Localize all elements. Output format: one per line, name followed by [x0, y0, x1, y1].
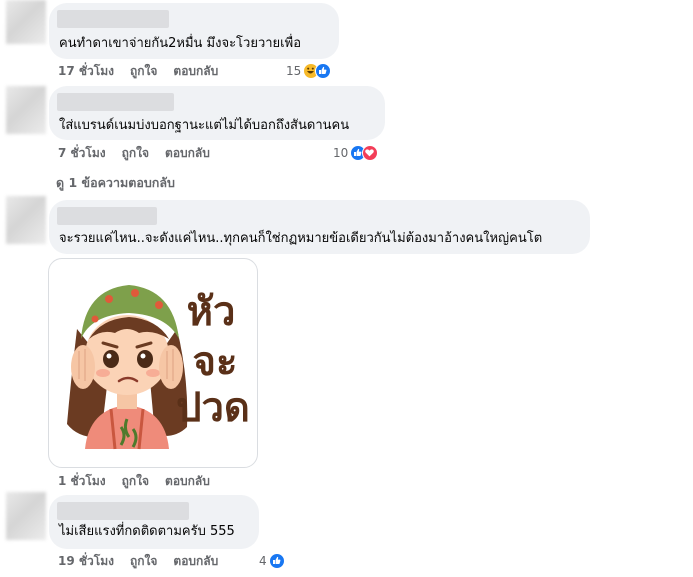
comment-bubble: ใส่แบรนด์เนมบ่งบอกฐานะแต่ไม่ได้บอกถึงสัน… — [49, 86, 385, 140]
like-action[interactable]: ถูกใจ — [122, 146, 149, 160]
comment-actions: 7 ชั่วโมง ถูกใจ ตอบกลับ — [58, 145, 226, 161]
commenter-avatar[interactable] — [6, 0, 46, 44]
sticker-caption-line-2: จะ — [193, 339, 238, 385]
reply-action[interactable]: ตอบกลับ — [165, 474, 210, 488]
commenter-avatar[interactable] — [6, 492, 46, 540]
reply-action[interactable]: ตอบกลับ — [165, 146, 210, 160]
comment-bubble: คนทำดาเขาจ่ายกัน2หมื่น มึงจะโวยวายเพื่อ — [49, 3, 339, 59]
reaction-count: 4 — [259, 554, 267, 568]
reaction-count: 15 — [286, 64, 302, 78]
reaction-summary[interactable]: 15 — [286, 62, 332, 80]
like-icon — [268, 553, 285, 569]
comment-bubble: ไม่เสียแรงที่กดติดตามครับ 555 — [49, 495, 259, 549]
sticker-image[interactable]: หัว จะ ปวด — [48, 258, 258, 468]
like-icon — [315, 63, 332, 79]
comment-actions: 19 ชั่วโมง ถูกใจ ตอบกลับ — [58, 553, 234, 569]
comment-bubble: จะรวยแค่ไหน..จะดังแค่ไหน..ทุกคนก็ใช่กฏหม… — [49, 200, 590, 254]
commenter-name-redacted[interactable] — [57, 502, 189, 520]
like-action[interactable]: ถูกใจ — [130, 554, 157, 568]
commenter-avatar[interactable] — [6, 86, 46, 134]
comment-actions: 17 ชั่วโมง ถูกใจ ตอบกลับ — [58, 63, 234, 79]
commenter-name-redacted[interactable] — [57, 93, 174, 111]
commenter-name-redacted[interactable] — [57, 207, 157, 225]
sticker-caption-line-1: หัว — [187, 289, 236, 335]
comment-text: ใส่แบรนด์เนมบ่งบอกฐานะแต่ไม่ได้บอกถึงสัน… — [59, 118, 350, 133]
commenter-avatar[interactable] — [6, 196, 46, 244]
comment-text: ไม่เสียแรงที่กดติดตามครับ 555 — [59, 524, 235, 539]
girl-headache-sticker-illustration: หัว จะ ปวด — [67, 285, 250, 450]
reaction-summary[interactable]: 4 — [259, 552, 285, 570]
sticker-caption-line-3: ปวด — [176, 385, 250, 431]
comment-time[interactable]: 17 ชั่วโมง — [58, 64, 114, 78]
love-icon — [362, 145, 379, 161]
comment-text: คนทำดาเขาจ่ายกัน2หมื่น มึงจะโวยวายเพื่อ — [59, 36, 301, 51]
reply-action[interactable]: ตอบกลับ — [173, 554, 218, 568]
reply-action[interactable]: ตอบกลับ — [173, 64, 218, 78]
comment-text: จะรวยแค่ไหน..จะดังแค่ไหน..ทุกคนก็ใช่กฏหม… — [59, 231, 543, 246]
commenter-name-redacted[interactable] — [57, 10, 169, 28]
comment-time[interactable]: 1 ชั่วโมง — [58, 474, 106, 488]
comment-time[interactable]: 19 ชั่วโมง — [58, 554, 114, 568]
like-action[interactable]: ถูกใจ — [122, 474, 149, 488]
view-replies-link[interactable]: ดู 1 ข้อความตอบกลับ — [56, 173, 175, 193]
like-action[interactable]: ถูกใจ — [130, 64, 157, 78]
reaction-summary[interactable]: 10 — [333, 144, 379, 162]
reaction-count: 10 — [333, 146, 349, 160]
comment-time[interactable]: 7 ชั่วโมง — [58, 146, 106, 160]
comment-actions: 1 ชั่วโมง ถูกใจ ตอบกลับ — [58, 473, 226, 489]
